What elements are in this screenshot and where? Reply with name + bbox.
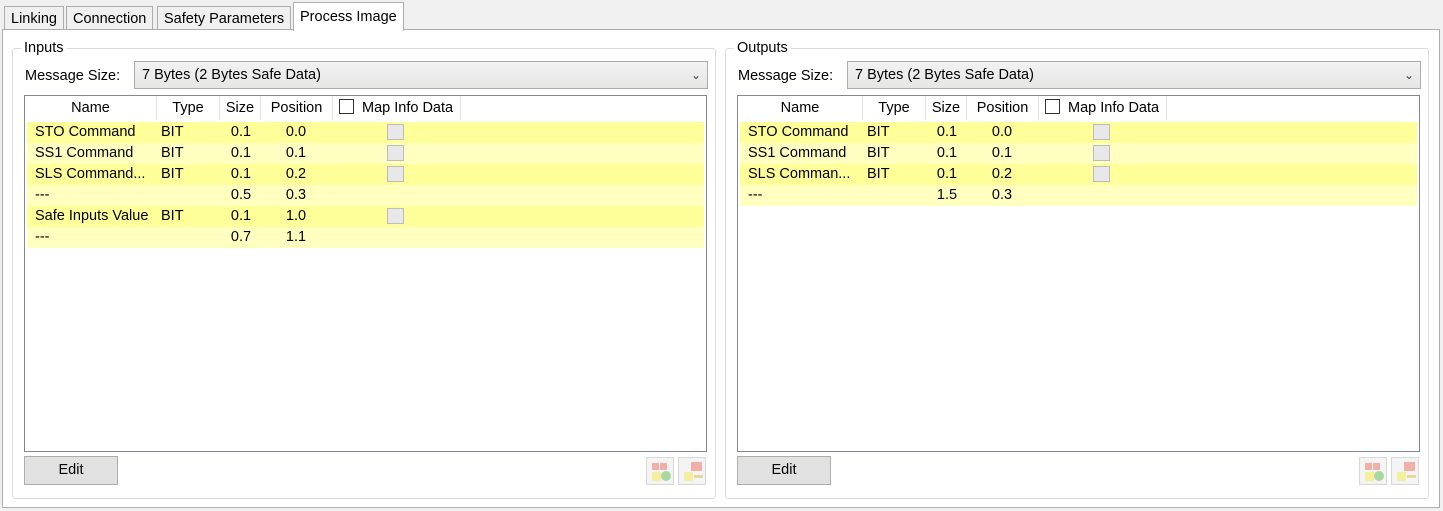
column-position[interactable]: Position (967, 96, 1039, 120)
chevron-down-icon: ⌄ (1403, 68, 1414, 82)
cell-name: SLS Comman... (748, 166, 851, 182)
table-row[interactable]: SLS Command... BIT 0.1 0.2 (27, 164, 704, 185)
cell-position: 0.1 (285, 145, 307, 161)
cell-position: 1.1 (285, 229, 307, 245)
map-info-checkbox[interactable] (387, 145, 404, 161)
inputs-group: Inputs Message Size: 7 Bytes (2 Bytes Sa… (12, 39, 716, 499)
outputs-group: Outputs Message Size: 7 Bytes (2 Bytes S… (725, 39, 1429, 499)
map-info-checkbox[interactable] (1093, 124, 1110, 140)
inputs-message-size-label: Message Size: (25, 68, 121, 84)
cell-type: BIT (867, 124, 890, 140)
table-row[interactable]: --- 0.7 1.1 (27, 227, 704, 248)
tab-linking[interactable]: Linking (4, 6, 64, 30)
cell-size: 0.1 (230, 124, 252, 140)
cell-size: 0.5 (230, 187, 252, 203)
cell-type (161, 185, 221, 206)
add-mapping-icon[interactable] (646, 457, 674, 485)
map-info-data-label: Map Info Data (362, 100, 454, 116)
cell-name: STO Command (35, 124, 136, 140)
column-size[interactable]: Size (220, 96, 261, 120)
inputs-table-header: Name Type Size Position Map Info Data (25, 96, 706, 120)
cell-position: 0.3 (991, 187, 1013, 203)
table-row[interactable]: SLS Comman... BIT 0.1 0.2 (740, 164, 1417, 185)
cell-position: 0.0 (285, 124, 307, 140)
cell-name: SLS Command... (35, 166, 146, 182)
cell-type: BIT (161, 208, 184, 224)
column-name[interactable]: Name (738, 96, 863, 120)
column-map-info-data[interactable]: Map Info Data (1039, 96, 1167, 120)
cell-size: 0.1 (936, 124, 958, 140)
column-map-info-data[interactable]: Map Info Data (333, 96, 461, 120)
cell-name: --- (748, 187, 763, 203)
cell-type: BIT (161, 166, 184, 182)
table-row[interactable]: --- 1.5 0.3 (740, 185, 1417, 206)
outputs-table-header: Name Type Size Position Map Info Data (738, 96, 1419, 120)
cell-size: 0.1 (230, 208, 252, 224)
outputs-title: Outputs (734, 39, 791, 57)
table-row[interactable]: --- 0.5 0.3 (27, 185, 704, 206)
tab-strip: Linking Connection Safety Parameters Pro… (0, 0, 1443, 31)
cell-type: BIT (161, 145, 184, 161)
cell-type (867, 185, 927, 206)
map-info-data-label: Map Info Data (1068, 100, 1160, 116)
map-info-checkbox[interactable] (1093, 166, 1110, 182)
map-info-data-checkbox[interactable] (1045, 99, 1060, 114)
cell-position: 0.2 (991, 166, 1013, 182)
tab-content: Inputs Message Size: 7 Bytes (2 Bytes Sa… (2, 29, 1440, 508)
cell-size: 0.1 (230, 166, 252, 182)
cell-type: BIT (867, 145, 890, 161)
tab-connection[interactable]: Connection (66, 6, 154, 30)
chevron-down-icon: ⌄ (690, 68, 701, 82)
cell-position: 0.0 (991, 124, 1013, 140)
table-row[interactable]: SS1 Command BIT 0.1 0.1 (27, 143, 704, 164)
cell-name: --- (35, 187, 50, 203)
cell-name: Safe Inputs Value (35, 208, 149, 224)
outputs-edit-button[interactable]: Edit (737, 456, 831, 485)
table-row[interactable]: STO Command BIT 0.1 0.0 (27, 122, 704, 143)
cell-position: 0.2 (285, 166, 307, 182)
outputs-table: Name Type Size Position Map Info Data ST… (737, 95, 1420, 452)
inputs-message-size-value: 7 Bytes (2 Bytes Safe Data) (142, 67, 321, 83)
cell-type: BIT (867, 166, 890, 182)
table-row[interactable]: SS1 Command BIT 0.1 0.1 (740, 143, 1417, 164)
cell-position: 0.3 (285, 187, 307, 203)
remove-mapping-icon[interactable] (1391, 457, 1419, 485)
map-info-checkbox[interactable] (387, 166, 404, 182)
add-mapping-icon[interactable] (1359, 457, 1387, 485)
column-name[interactable]: Name (25, 96, 157, 120)
outputs-message-size-label: Message Size: (738, 68, 834, 84)
inputs-edit-button[interactable]: Edit (24, 456, 118, 485)
map-info-checkbox[interactable] (1093, 145, 1110, 161)
table-row[interactable]: STO Command BIT 0.1 0.0 (740, 122, 1417, 143)
outputs-message-size-value: 7 Bytes (2 Bytes Safe Data) (855, 67, 1034, 83)
outputs-message-size-select[interactable]: 7 Bytes (2 Bytes Safe Data) ⌄ (847, 61, 1421, 89)
column-type[interactable]: Type (863, 96, 926, 120)
column-size[interactable]: Size (926, 96, 967, 120)
inputs-table: Name Type Size Position Map Info Data ST… (24, 95, 707, 452)
map-info-checkbox[interactable] (387, 124, 404, 140)
cell-name: SS1 Command (748, 145, 847, 161)
cell-position: 1.0 (285, 208, 307, 224)
table-row[interactable]: Safe Inputs Value BIT 0.1 1.0 (27, 206, 704, 227)
map-info-data-checkbox[interactable] (339, 99, 354, 114)
map-info-checkbox[interactable] (387, 208, 404, 224)
cell-size: 0.1 (936, 166, 958, 182)
cell-size: 0.1 (936, 145, 958, 161)
cell-position: 0.1 (991, 145, 1013, 161)
cell-size: 1.5 (936, 187, 958, 203)
inputs-message-size-select[interactable]: 7 Bytes (2 Bytes Safe Data) ⌄ (134, 61, 708, 89)
cell-type: BIT (161, 124, 184, 140)
cell-name: STO Command (748, 124, 849, 140)
tab-safety-parameters[interactable]: Safety Parameters (157, 6, 292, 30)
cell-name: SS1 Command (35, 145, 134, 161)
cell-name: --- (35, 229, 50, 245)
tab-process-image[interactable]: Process Image (293, 2, 404, 31)
cell-size: 0.7 (230, 229, 252, 245)
column-type[interactable]: Type (157, 96, 220, 120)
inputs-title: Inputs (21, 39, 67, 57)
column-position[interactable]: Position (261, 96, 333, 120)
remove-mapping-icon[interactable] (678, 457, 706, 485)
cell-size: 0.1 (230, 145, 252, 161)
cell-type (161, 227, 221, 248)
